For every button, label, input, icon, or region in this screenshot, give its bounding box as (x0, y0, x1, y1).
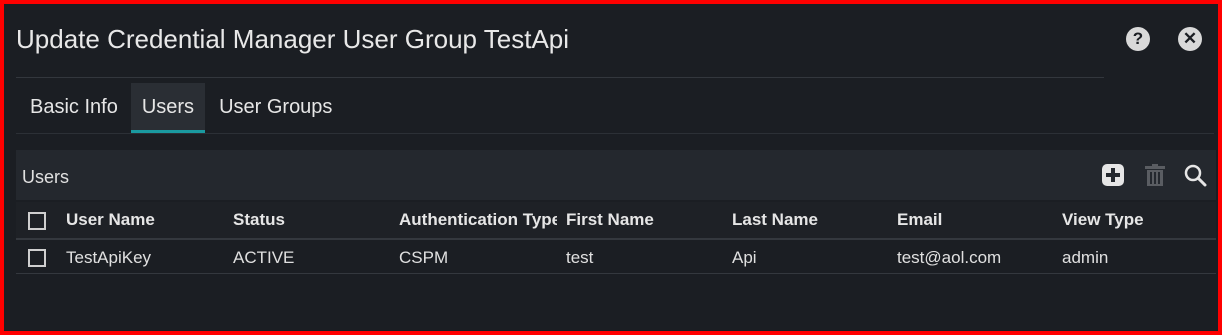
close-icon[interactable]: ✕ (1178, 27, 1202, 51)
tab-users[interactable]: Users (130, 83, 206, 133)
column-header-status[interactable]: Status (233, 202, 393, 238)
cell-email: test@aol.com (897, 247, 1002, 267)
dialog-title: Update Credential Manager User Group Tes… (16, 24, 570, 54)
cell-authentication-type: CSPM (399, 247, 449, 267)
column-header-first-name[interactable]: First Name (566, 202, 726, 238)
tab-user-groups[interactable]: User Groups (205, 83, 345, 133)
cell-status: ACTIVE (233, 247, 295, 267)
table-row[interactable]: TestApiKey ACTIVE CSPM test Api test@aol… (16, 242, 1216, 274)
cell-last-name: Api (732, 247, 757, 267)
search-icon (1184, 164, 1207, 187)
column-header-last-name[interactable]: Last Name (732, 202, 892, 238)
search-button[interactable] (1183, 163, 1207, 187)
cell-user-name: TestApiKey (66, 247, 152, 267)
cell-first-name: test (566, 247, 594, 267)
add-user-button[interactable] (1101, 163, 1125, 187)
column-header-email[interactable]: Email (897, 202, 1057, 238)
trash-icon (1145, 164, 1165, 186)
tab-basic-info[interactable]: Basic Info (16, 83, 131, 133)
users-panel: Users User Name Status Authentication Ty… (16, 150, 1216, 274)
tab-bar: Basic Info Users User Groups (16, 83, 345, 133)
dialog-frame: Update Credential Manager User Group Tes… (0, 0, 1222, 335)
panel-title: Users (22, 167, 70, 187)
plus-square-icon (1102, 164, 1124, 186)
row-checkbox[interactable] (28, 249, 46, 267)
panel-header: Users (16, 150, 1216, 200)
table-header-row: User Name Status Authentication Type Fir… (16, 202, 1216, 240)
dialog-header: Update Credential Manager User Group Tes… (4, 4, 1218, 76)
column-header-view-type[interactable]: View Type (1062, 202, 1212, 238)
cell-view-type: admin (1062, 247, 1109, 267)
header-divider (16, 77, 1104, 78)
help-icon[interactable]: ? (1126, 27, 1150, 51)
tabs-divider (16, 133, 1214, 134)
column-header-user-name[interactable]: User Name (66, 202, 226, 238)
column-header-authentication-type[interactable]: Authentication Type (399, 202, 557, 238)
select-all-checkbox[interactable] (28, 212, 46, 230)
delete-user-button[interactable] (1143, 163, 1167, 187)
